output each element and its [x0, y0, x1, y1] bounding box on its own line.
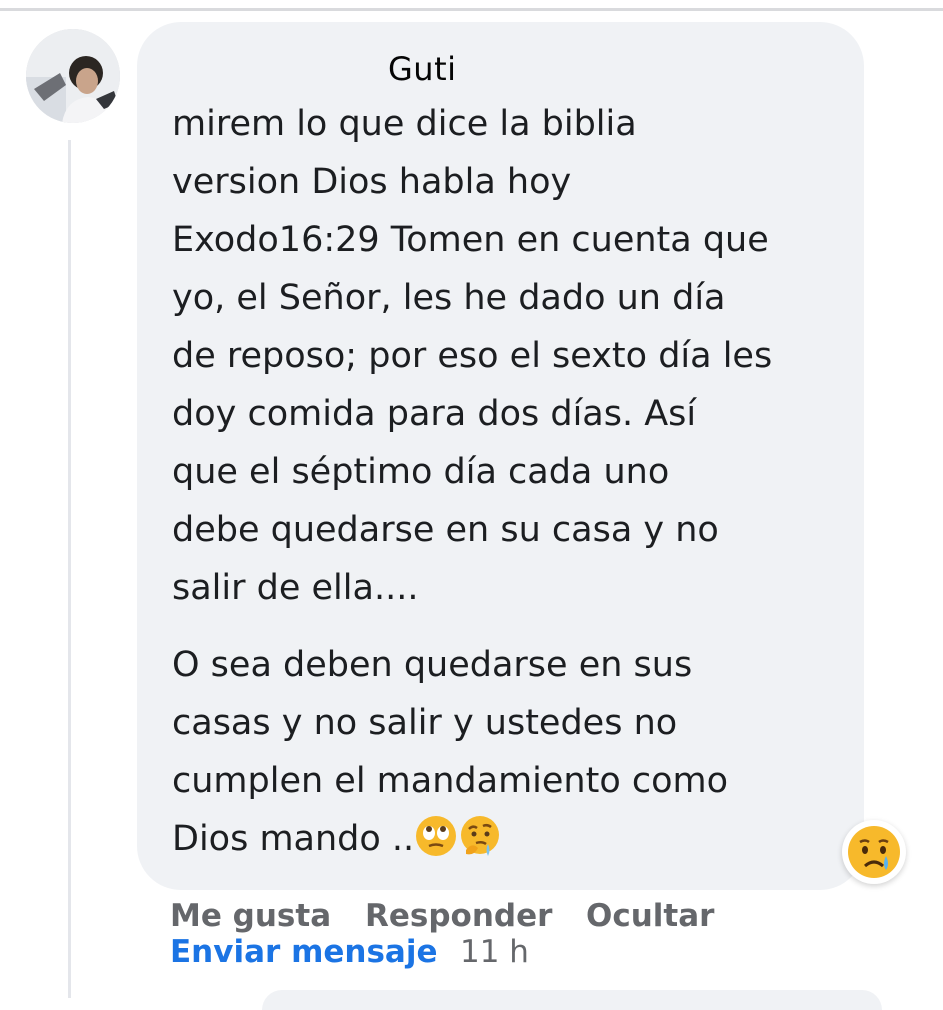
rolling-eyes-emoji-icon — [414, 814, 458, 858]
avatar[interactable] — [26, 29, 120, 123]
comment-timestamp[interactable]: 11 h — [460, 934, 529, 970]
thread-line — [68, 140, 71, 998]
comment-paragraph-2: O sea deben quedarse en sus casas y no s… — [172, 636, 842, 868]
hide-button[interactable]: Ocultar — [586, 898, 714, 934]
avatar-photo — [26, 29, 120, 123]
top-divider — [0, 8, 943, 11]
comment-paragraph-1: mirem lo que dice la biblia version Dios… — [172, 104, 773, 608]
next-comment-bubble — [262, 990, 882, 1010]
reply-button[interactable]: Responder — [365, 898, 552, 934]
like-button[interactable]: Me gusta — [170, 898, 331, 934]
send-message-link[interactable]: Enviar mensaje — [170, 934, 438, 970]
drooling-thinking-emoji-icon — [458, 814, 502, 858]
sad-reaction-icon[interactable] — [842, 820, 906, 884]
comment-author[interactable]: Guti — [388, 50, 457, 88]
